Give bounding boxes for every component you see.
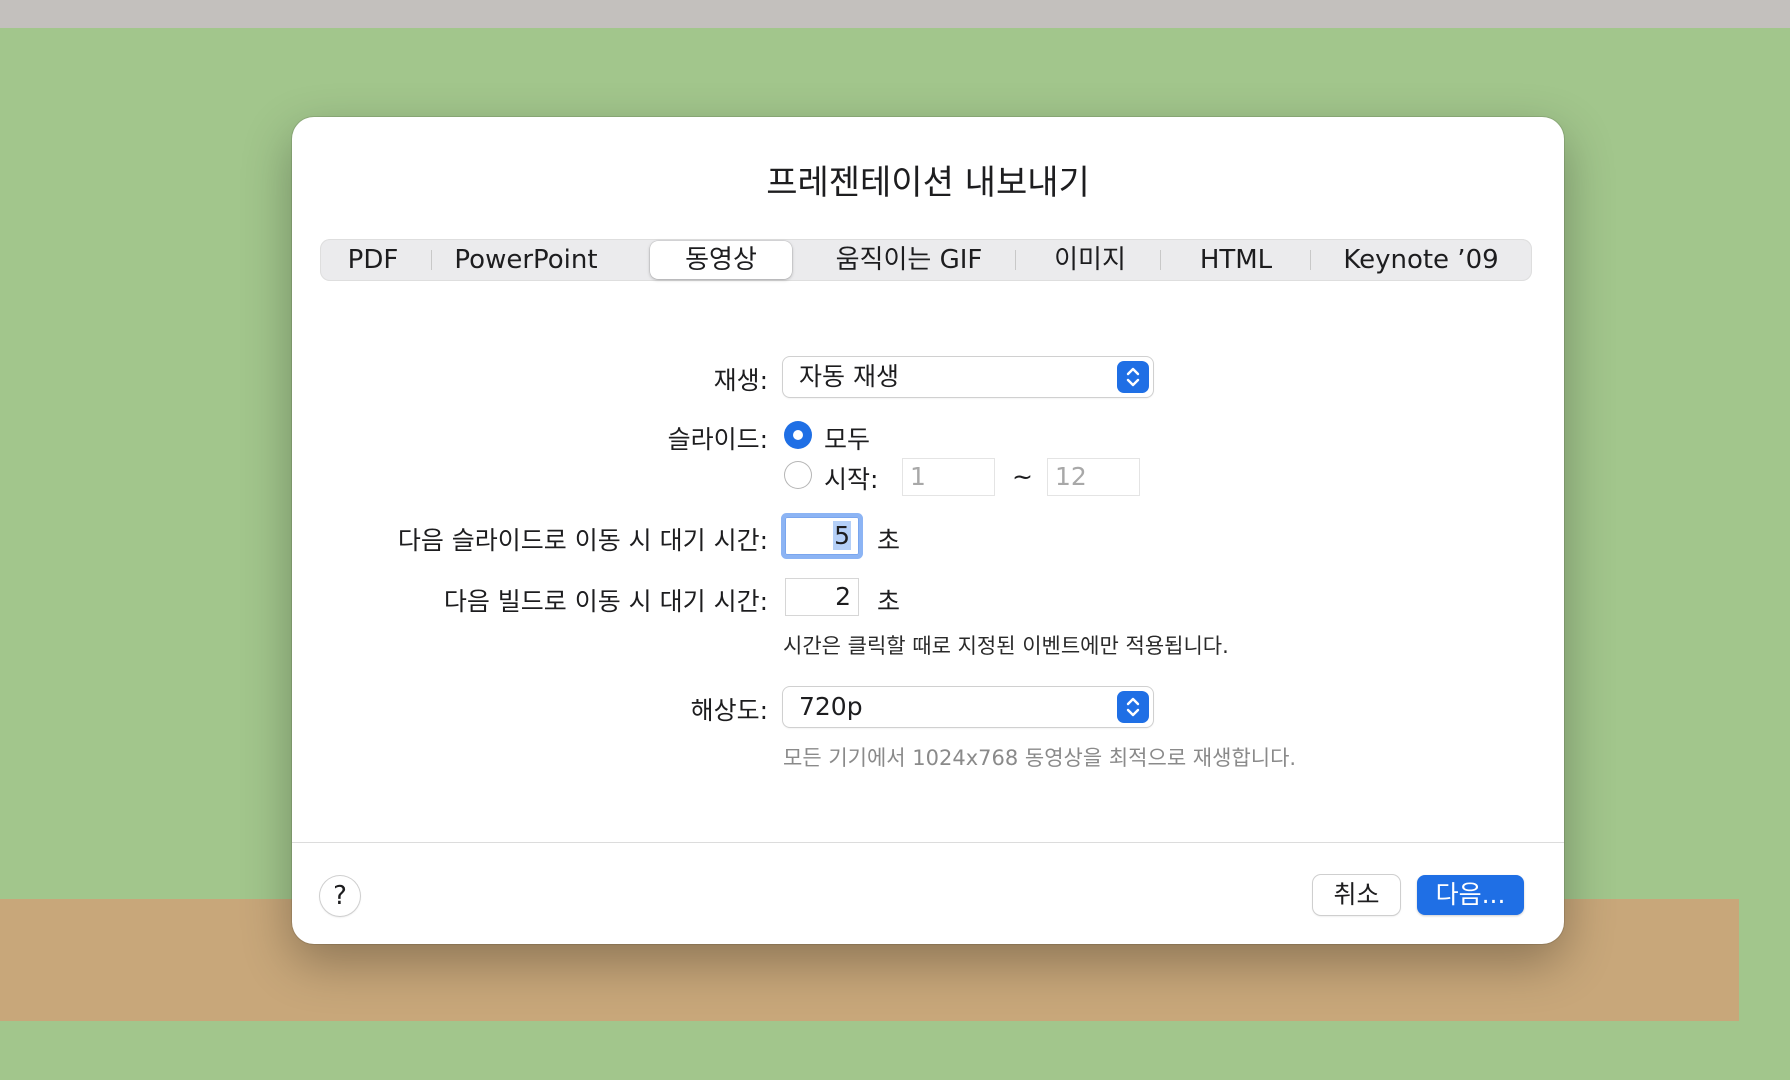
slides-label: 슬라이드:	[667, 425, 768, 454]
slide-delay-unit: 초	[877, 526, 901, 555]
slides-from-field[interactable]: 1	[902, 458, 995, 496]
build-delay-unit: 초	[877, 587, 901, 616]
range-separator: ~	[1012, 462, 1033, 491]
slides-all-label: 모두	[824, 425, 871, 454]
chevron-up-down-icon	[1117, 691, 1149, 723]
tab-powerpoint[interactable]: PowerPoint	[438, 239, 614, 281]
tab-keynote-09[interactable]: Keynote ’09	[1316, 239, 1526, 281]
tab-pdf[interactable]: PDF	[320, 239, 426, 281]
slides-to-field[interactable]: 12	[1047, 458, 1140, 496]
cancel-button[interactable]: 취소	[1313, 875, 1400, 915]
resolution-note: 모든 기기에서 1024x768 동영상을 최적으로 재생합니다.	[783, 746, 1297, 770]
chevron-up-down-icon	[1117, 361, 1149, 393]
slides-from-radio[interactable]	[784, 461, 812, 489]
tab-movie[interactable]: 동영상	[650, 241, 792, 279]
tab-animated-gif[interactable]: 움직이는 GIF	[802, 239, 1016, 281]
resolution-label: 해상도:	[690, 696, 768, 725]
tab-divider	[431, 250, 432, 270]
help-button[interactable]: ?	[320, 876, 360, 916]
build-delay-field[interactable]: 2	[785, 578, 859, 616]
tab-divider	[1015, 250, 1016, 270]
slides-from-label: 시작:	[824, 465, 879, 494]
tab-images[interactable]: 이미지	[1020, 239, 1160, 281]
export-format-tabs: PDF PowerPoint 동영상 움직이는 GIF 이미지 HTML Key…	[320, 239, 1532, 281]
export-dialog: 프레젠테이션 내보내기 PDF PowerPoint 동영상 움직이는 GIF …	[292, 117, 1564, 944]
playback-label: 재생:	[713, 366, 768, 395]
timing-note: 시간은 클릭할 때로 지정된 이벤트에만 적용됩니다.	[783, 634, 1229, 658]
tab-divider	[1160, 250, 1161, 270]
next-button[interactable]: 다음...	[1417, 875, 1524, 915]
build-delay-label: 다음 빌드로 이동 시 대기 시간:	[443, 587, 768, 616]
tab-divider	[1310, 250, 1311, 270]
footer-divider	[292, 842, 1564, 843]
resolution-popup[interactable]: 720p	[783, 687, 1153, 727]
resolution-value: 720p	[799, 692, 863, 721]
slide-delay-label: 다음 슬라이드로 이동 시 대기 시간:	[397, 526, 768, 555]
slide-delay-value: 5	[833, 521, 851, 550]
tab-html[interactable]: HTML	[1166, 239, 1306, 281]
playback-popup[interactable]: 자동 재생	[783, 357, 1153, 397]
playback-value: 자동 재생	[799, 362, 899, 391]
menu-bar	[0, 0, 1790, 28]
dialog-title: 프레젠테이션 내보내기	[766, 163, 1090, 203]
slides-all-radio[interactable]	[784, 421, 812, 449]
slide-delay-field[interactable]: 5	[785, 517, 859, 555]
